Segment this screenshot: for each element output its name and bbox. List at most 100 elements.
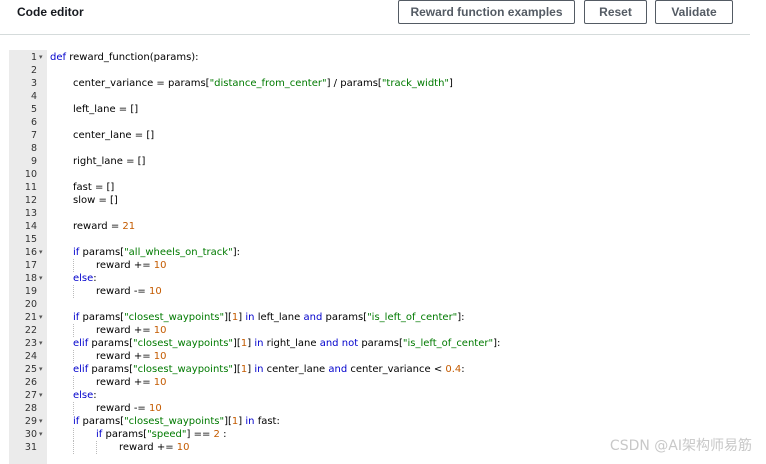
code-keyword-token: not: [341, 338, 359, 349]
fold-arrow-icon[interactable]: ▾: [39, 51, 45, 64]
code-text-token: <: [430, 364, 446, 375]
code-text: if params["all_wheels_on_track"]:: [73, 246, 240, 259]
code-text: if params["closest_waypoints"][1] in lef…: [73, 311, 465, 324]
code-number-token: 10: [153, 351, 167, 362]
reward-function-examples-button[interactable]: Reward function examples: [398, 0, 575, 24]
header-divider: [0, 34, 750, 35]
code-line[interactable]: 11 fast = []: [9, 181, 750, 194]
code-text-token: +=: [130, 377, 154, 388]
code-line[interactable]: 22 reward += 10: [9, 324, 750, 337]
code-line[interactable]: 5 left_lane = []: [9, 103, 750, 116]
code-line[interactable]: 25 ▾ elif params["closest_waypoints"][1] i…: [9, 363, 750, 376]
code-string-token: "closest_waypoints": [133, 364, 234, 375]
code-text: left_lane = []: [73, 103, 138, 116]
code-text-token: center_lane: [73, 130, 132, 141]
code-text: elif params["closest_waypoints"][1] in c…: [73, 363, 465, 376]
code-line[interactable]: 14 reward = 21: [9, 220, 750, 233]
line-number: 6: [30, 117, 37, 128]
code-text-token: center_variance: [350, 364, 431, 375]
code-text-token: :: [461, 364, 465, 375]
code-line[interactable]: 15: [9, 233, 750, 246]
code-line[interactable]: 8: [9, 142, 750, 155]
code-string-token: "speed": [147, 429, 187, 440]
code-line[interactable]: 27 ▾ else:: [9, 389, 750, 402]
code-line[interactable]: 18 ▾ else:: [9, 272, 750, 285]
code-text-token: center_variance: [73, 78, 154, 89]
code-number-token: 10: [153, 377, 167, 388]
code-text: reward += 10: [96, 350, 167, 363]
code-line[interactable]: 13: [9, 207, 750, 220]
code-line[interactable]: 21 ▾ if params["closest_waypoints"][1] in …: [9, 311, 750, 324]
code-line[interactable]: 28 reward -= 10: [9, 402, 750, 415]
line-number: 2: [30, 65, 37, 76]
code-text-token: ][: [224, 312, 232, 323]
code-text: def reward_function(params):: [50, 51, 199, 64]
code-line[interactable]: 26 reward += 10: [9, 376, 750, 389]
code-text-token: fast: [73, 182, 92, 193]
code-text-token: +=: [130, 325, 154, 336]
code-text-token: params: [82, 416, 121, 427]
fold-arrow-icon[interactable]: ▾: [39, 389, 45, 402]
code-number-token: 0.4: [445, 364, 462, 375]
line-number: 12: [24, 195, 37, 206]
code-text-token: params: [105, 429, 144, 440]
fold-arrow-icon[interactable]: ▾: [39, 272, 45, 285]
reset-button[interactable]: Reset: [584, 0, 647, 24]
code-text-token: -=: [130, 403, 149, 414]
code-line[interactable]: 3 center_variance = params["distance_from…: [9, 77, 750, 90]
code-text-token: ]:: [232, 247, 240, 258]
code-line[interactable]: 6: [9, 116, 750, 129]
code-text: center_lane = []: [73, 129, 154, 142]
fold-arrow-icon[interactable]: ▾: [39, 246, 45, 259]
code-text: reward = 21: [73, 220, 135, 233]
code-string-token: "closest_waypoints": [124, 416, 225, 427]
code-text-token: ):: [191, 52, 199, 63]
code-line[interactable]: 23 ▾ elif params["closest_waypoints"][1] i…: [9, 337, 750, 350]
code-line[interactable]: 20: [9, 298, 750, 311]
code-text-token: ][: [233, 338, 241, 349]
code-text-token: = []: [131, 130, 155, 141]
code-line[interactable]: 24 reward += 10: [9, 350, 750, 363]
code-line[interactable]: 16 ▾ if params["all_wheels_on_track"]:: [9, 246, 750, 259]
code-line[interactable]: 4: [9, 90, 750, 103]
code-line[interactable]: 7 center_lane = []: [9, 129, 750, 142]
code-text-token: = []: [95, 195, 118, 206]
code-text-token: ][: [233, 364, 241, 375]
fold-arrow-icon[interactable]: ▾: [39, 337, 45, 350]
code-editor-header: Code editor Reward function examples Res…: [0, 0, 766, 34]
code-text-token: right_lane: [73, 156, 123, 167]
code-number-token: 10: [176, 442, 190, 453]
line-number: 4: [30, 91, 37, 102]
code-text-token: right_lane: [266, 338, 317, 349]
fold-arrow-icon[interactable]: ▾: [39, 428, 45, 441]
indent-guide: [73, 324, 74, 337]
code-line[interactable]: 19 reward -= 10: [9, 285, 750, 298]
code-text-token: :: [93, 390, 97, 401]
code-text-token: reward: [119, 442, 154, 453]
fold-arrow-icon[interactable]: ▾: [39, 311, 45, 324]
line-number: 1: [30, 52, 37, 63]
code-line[interactable]: 12 slow = []: [9, 194, 750, 207]
validate-button[interactable]: Validate: [655, 0, 733, 24]
code-text: reward += 10: [96, 259, 167, 272]
fold-arrow-icon[interactable]: ▾: [39, 363, 45, 376]
code-editor[interactable]: 1 ▾ def reward_function(params): 2 3 center_v…: [9, 50, 750, 464]
code-line[interactable]: 9 right_lane = []: [9, 155, 750, 168]
code-line[interactable]: 10: [9, 168, 750, 181]
line-number: 20: [24, 299, 37, 310]
code-line[interactable]: 2: [9, 64, 750, 77]
line-number: 27: [24, 390, 37, 401]
line-number: 9: [30, 156, 37, 167]
fold-arrow-icon[interactable]: ▾: [39, 415, 45, 428]
code-text: reward += 10: [96, 324, 167, 337]
code-line[interactable]: 29 ▾ if params["closest_waypoints"][1] in …: [9, 415, 750, 428]
code-text-token: :: [276, 416, 280, 427]
code-text-token: params: [91, 364, 130, 375]
code-text: center_variance = params["distance_from_…: [73, 77, 453, 90]
watermark: CSDN @AI架构师易筋: [609, 438, 752, 454]
code-text-token: :: [219, 429, 227, 440]
line-number: 24: [24, 351, 37, 362]
code-text-token: ] ==: [186, 429, 214, 440]
code-line[interactable]: 17 reward += 10: [9, 259, 750, 272]
code-line[interactable]: 1 ▾ def reward_function(params):: [9, 51, 750, 64]
